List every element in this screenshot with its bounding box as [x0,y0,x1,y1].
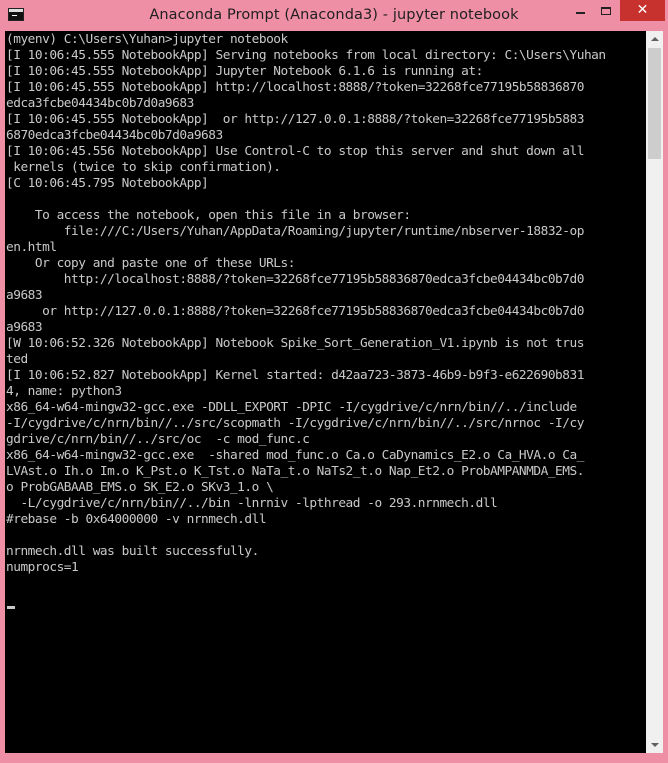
maximize-icon [601,7,611,15]
scrollbar-thumb[interactable] [648,48,661,159]
close-icon: ✕ [636,2,649,18]
minimize-icon [576,12,585,14]
maximize-button[interactable] [594,0,619,22]
title-bar[interactable]: Anaconda Prompt (Anaconda3) - jupyter no… [0,0,668,31]
text-cursor [7,606,15,609]
scroll-up-arrow-icon[interactable] [646,31,663,48]
console-text: (myenv) C:\Users\Yuhan>jupyter notebook … [6,32,606,575]
vertical-scrollbar[interactable] [646,31,663,753]
minimize-button[interactable] [567,0,594,22]
close-button[interactable]: ✕ [620,0,665,21]
console-output-area[interactable]: (myenv) C:\Users\Yuhan>jupyter notebook … [5,31,646,753]
terminal-window: Anaconda Prompt (Anaconda3) - jupyter no… [0,0,668,763]
scroll-down-arrow-icon[interactable] [646,736,663,753]
